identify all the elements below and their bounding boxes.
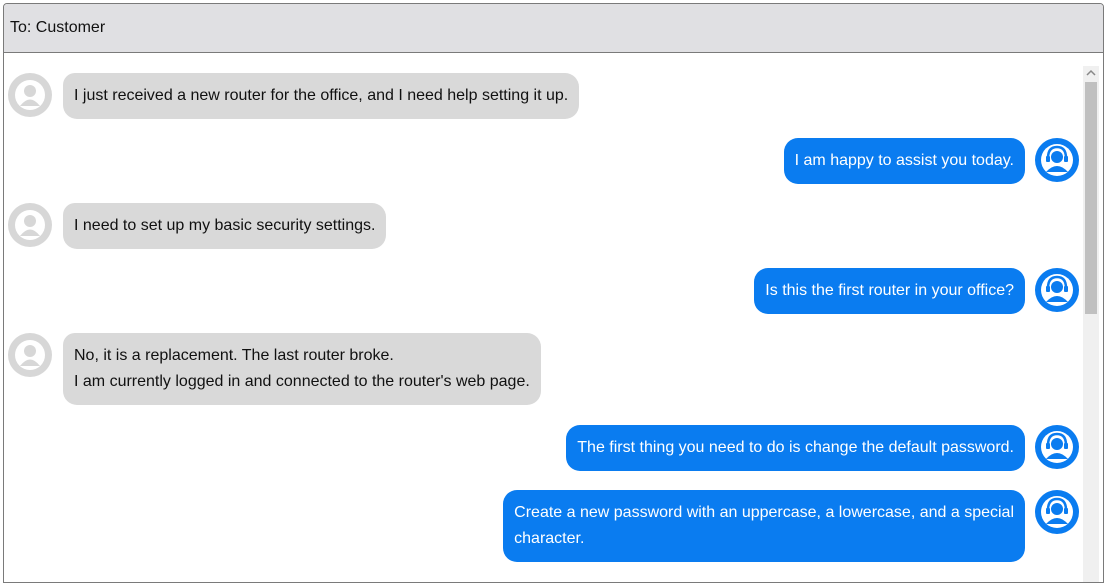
message-agent: Create a new password with an uppercase,… [503,490,1079,562]
headset-agent-icon [1035,425,1079,469]
message-bubble: I need to set up my basic security setti… [63,203,387,249]
message-bubble: I just received a new router for the off… [63,73,580,119]
message-customer: No, it is a replacement. The last router… [8,333,541,405]
message-bubble: I am happy to assist you today. [783,138,1025,184]
headset-agent-icon [1035,268,1079,312]
user-avatar-icon [8,73,52,117]
chat-header: To: Customer [4,4,1103,53]
headset-agent-icon [1035,490,1079,534]
message-bubble: The first thing you need to do is change… [566,425,1025,471]
user-avatar-icon [8,333,52,377]
message-bubble: Is this the first router in your office? [754,268,1025,314]
scrollbar-thumb[interactable] [1085,82,1097,314]
message-bubble: No, it is a replacement. The last router… [63,333,541,405]
message-agent: I am happy to assist you today. [783,138,1079,184]
user-avatar-icon [8,203,52,247]
message-bubble: Create a new password with an uppercase,… [503,490,1025,562]
chevron-up-icon[interactable] [1083,66,1099,80]
message-list[interactable]: I just received a new router for the off… [4,53,1103,582]
headset-agent-icon [1035,138,1079,182]
message-customer: I just received a new router for the off… [8,73,580,119]
chat-window: To: Customer I just received a new route… [3,3,1104,583]
vertical-scrollbar[interactable] [1083,66,1099,582]
recipient-label: To: Customer [10,19,106,36]
message-agent: Is this the first router in your office? [754,268,1079,314]
message-agent: The first thing you need to do is change… [566,425,1079,471]
message-customer: I need to set up my basic security setti… [8,203,387,249]
